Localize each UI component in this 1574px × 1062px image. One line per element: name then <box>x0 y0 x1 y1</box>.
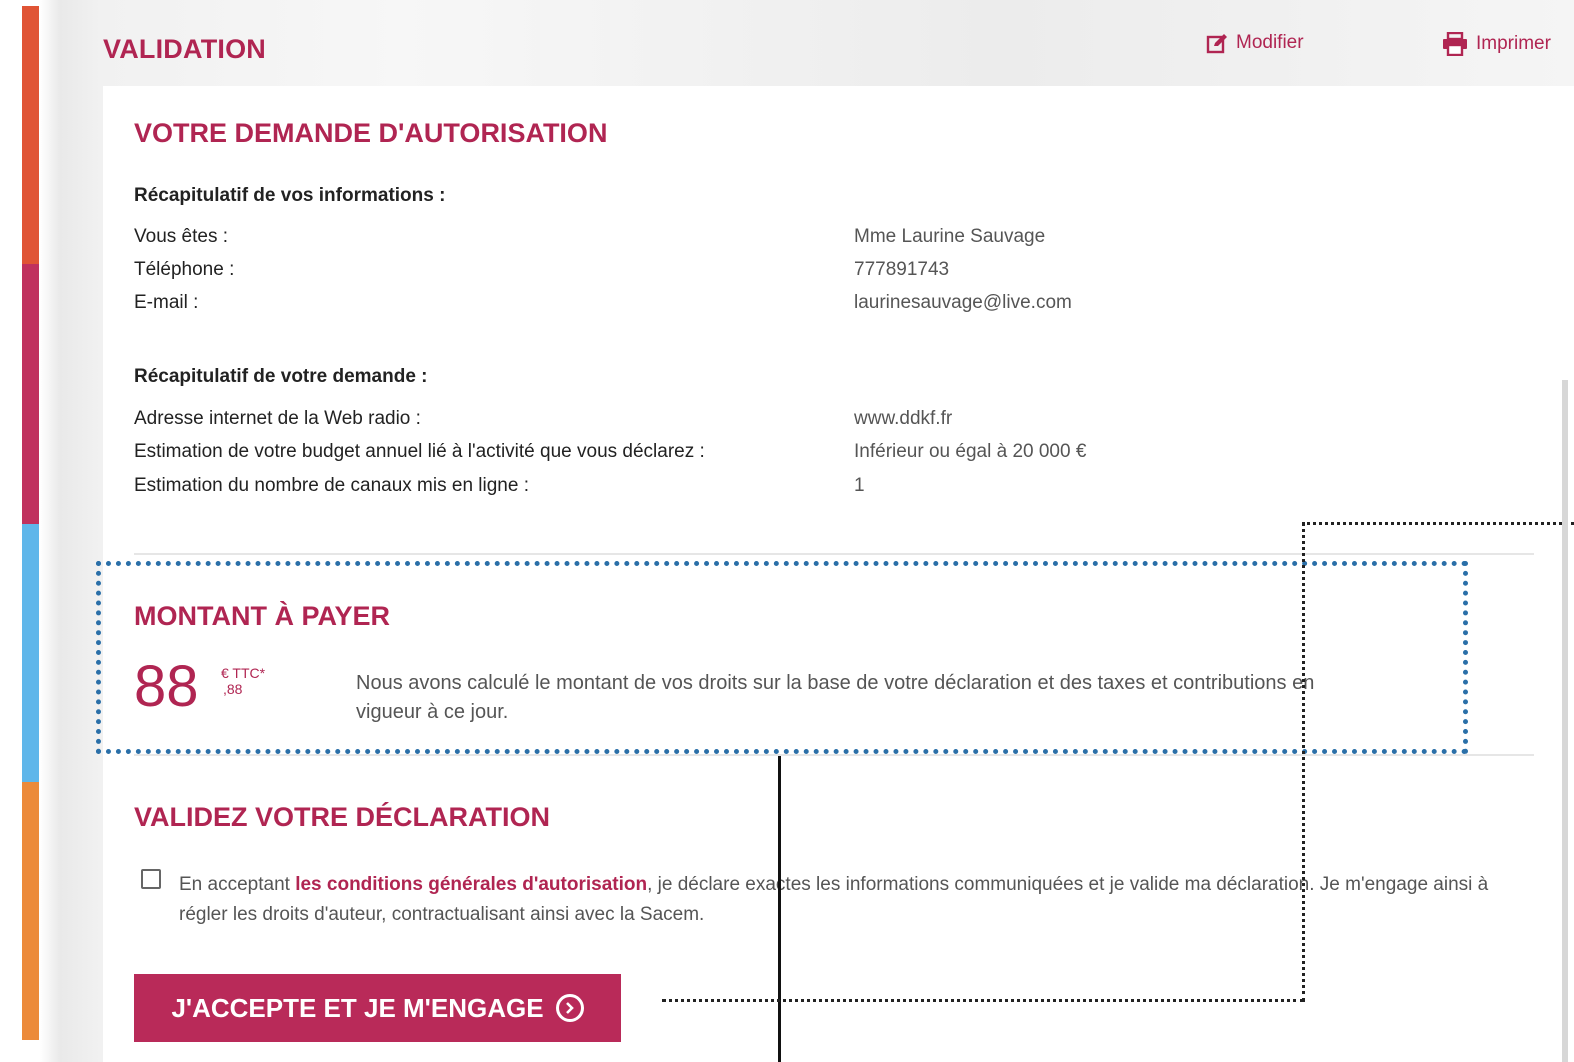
brand-color-bar-blue <box>22 524 39 782</box>
request-value-budget: Inférieur ou égal à 20 000 € <box>854 441 1087 462</box>
print-label: Imprimer <box>1476 33 1551 54</box>
divider <box>134 754 1534 756</box>
annotation-line <box>778 756 781 1062</box>
infos-heading: Récapitulatif de vos informations : <box>134 185 446 206</box>
request-value-channels: 1 <box>854 475 865 496</box>
annotation-dotted-line <box>1302 522 1574 525</box>
printer-icon <box>1442 32 1468 56</box>
chevron-right-circle-icon <box>555 994 584 1022</box>
brand-color-bar-magenta <box>22 264 39 524</box>
divider <box>134 553 1534 555</box>
brand-color-bar-orange <box>22 782 39 1040</box>
info-value-identity: Mme Laurine Sauvage <box>854 226 1046 247</box>
consent-text: En acceptant les conditions générales d'… <box>179 870 1519 930</box>
print-button[interactable]: Imprimer <box>1442 32 1551 56</box>
annotation-dotted-line <box>662 999 1304 1002</box>
edit-label: Modifier <box>1236 32 1304 53</box>
accept-and-commit-button[interactable]: J'ACCEPTE ET JE M'ENGAGE <box>134 974 621 1042</box>
request-heading: Récapitulatif de votre demande : <box>134 366 428 387</box>
edit-icon <box>1206 32 1228 54</box>
section-title-demande: VOTRE DEMANDE D'AUTORISATION <box>134 118 608 148</box>
edit-button[interactable]: Modifier <box>1206 32 1304 54</box>
brand-color-bar-red <box>22 6 39 264</box>
annotation-dotted-line <box>1302 522 1305 1002</box>
scroll-edge <box>1562 380 1568 1062</box>
accept-button-label: J'ACCEPTE ET JE M'ENGAGE <box>171 992 544 1023</box>
info-value-email: laurinesauvage@live.com <box>854 292 1072 313</box>
annotation-highlight-box <box>96 561 1468 754</box>
section-title-validation: VALIDEZ VOTRE DÉCLARATION <box>134 802 550 832</box>
request-label-channels: Estimation du nombre de canaux mis en li… <box>134 475 529 496</box>
request-label-budget: Estimation de votre budget annuel lié à … <box>134 441 705 462</box>
conditions-link[interactable]: les conditions générales d'autorisation <box>295 874 647 895</box>
request-label-url: Adresse internet de la Web radio : <box>134 408 421 429</box>
info-value-phone: 777891743 <box>854 259 950 280</box>
accept-conditions-checkbox[interactable] <box>141 869 161 889</box>
request-value-url: www.ddkf.fr <box>854 408 953 429</box>
info-label-phone: Téléphone : <box>134 259 235 280</box>
info-label-identity: Vous êtes : <box>134 226 229 247</box>
consent-prefix: En acceptant <box>179 874 296 895</box>
page-title: VALIDATION <box>103 34 266 64</box>
info-label-email: E-mail : <box>134 292 199 313</box>
